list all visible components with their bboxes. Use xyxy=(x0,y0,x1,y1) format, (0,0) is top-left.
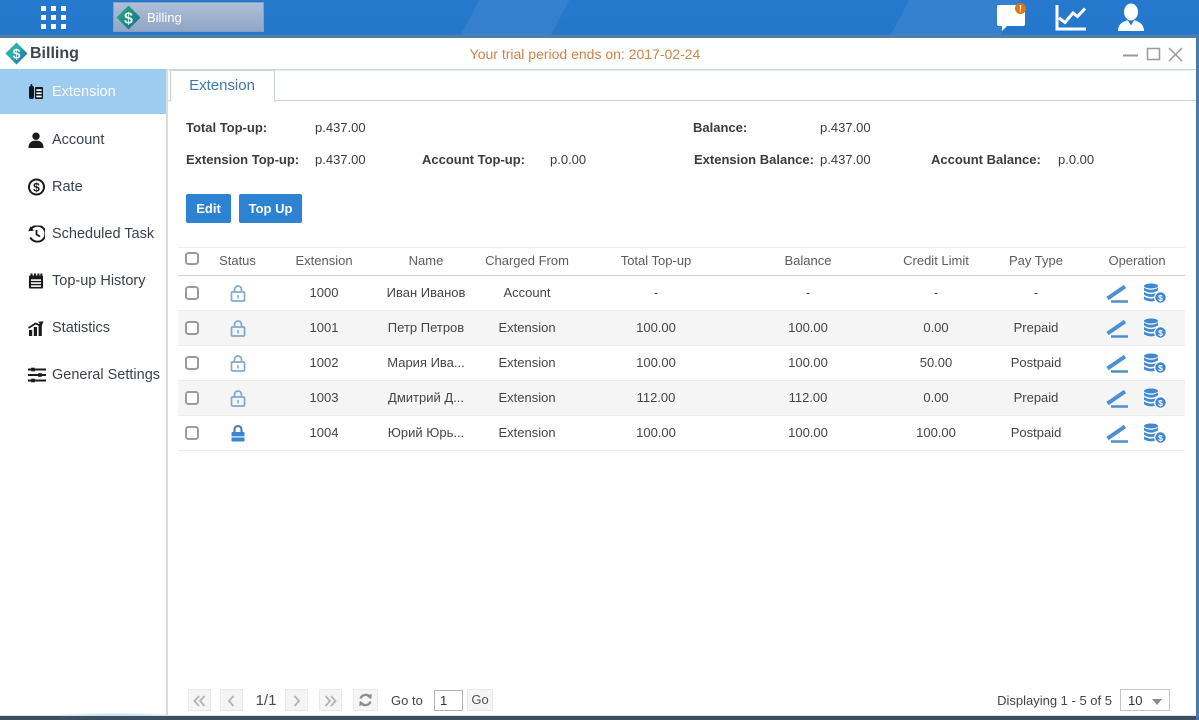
svg-text:$: $ xyxy=(1158,433,1163,443)
svg-text:$: $ xyxy=(1158,328,1163,338)
svg-text:$: $ xyxy=(1158,398,1163,408)
svg-text:$: $ xyxy=(1158,363,1163,373)
svg-text:$: $ xyxy=(33,181,40,195)
svg-text:$: $ xyxy=(124,11,133,28)
svg-text:!: ! xyxy=(1019,4,1022,14)
svg-text:$: $ xyxy=(1158,293,1163,303)
